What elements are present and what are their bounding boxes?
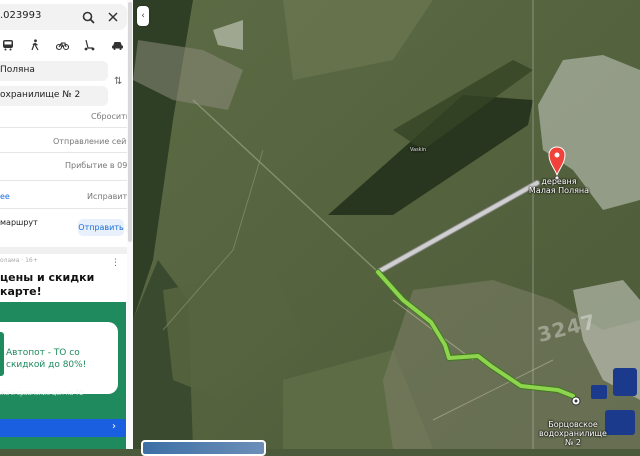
ad-title-line: карте!: [0, 285, 42, 298]
destination-pin[interactable]: [571, 396, 581, 406]
search-input[interactable]: .023993: [0, 10, 41, 21]
collapse-panel-button[interactable]: ‹: [137, 6, 149, 26]
chevron-right-icon: ›: [112, 421, 116, 432]
more-icon[interactable]: ⋮: [111, 258, 120, 268]
ad-action-bar[interactable]: ›: [0, 419, 126, 437]
map-view[interactable]: деревня Малая Поляна Борцовское водохран…: [133, 0, 640, 449]
transport-modes: [0, 38, 133, 54]
area-label: Vaskin: [410, 147, 427, 153]
separator-band: [0, 247, 133, 254]
swap-icon[interactable]: ⇅: [114, 76, 122, 87]
route-to-field[interactable]: охранилище № 2: [0, 86, 108, 106]
transit-icon[interactable]: [1, 38, 15, 52]
route-from-value: Поляна: [0, 65, 35, 75]
ad-title-line: цены и скидки: [0, 271, 95, 284]
divider: [0, 152, 133, 153]
more-options-link[interactable]: ее: [0, 192, 10, 201]
send-button[interactable]: Отправить: [78, 219, 124, 236]
search-box[interactable]: .023993: [0, 4, 127, 30]
origin-label: деревня Малая Поляна: [528, 177, 590, 195]
scrollbar-thumb[interactable]: [128, 2, 132, 242]
edit-link[interactable]: Исправить: [87, 192, 132, 201]
ad-header: олама · 16+ ⋮ цены и скидки карте!: [0, 254, 126, 302]
ad-caption: жа и сравнение цен на ТО: [0, 390, 84, 397]
divider: [0, 208, 133, 209]
ad-card-text: Автопот - ТО со скидкой до 80%!: [6, 348, 87, 370]
divider: [0, 180, 133, 181]
advertisement-banner[interactable]: олама · 16+ ⋮ цены и скидки карте! Автоп…: [0, 254, 126, 449]
departure-time[interactable]: Отправление сейчас: [53, 137, 133, 146]
arrival-time[interactable]: Прибытие в 09:35: [65, 161, 133, 170]
share-route-label: маршрут: [0, 218, 38, 227]
search-icon[interactable]: [80, 9, 96, 25]
reset-button[interactable]: Сбросить: [91, 112, 130, 121]
route-panel: .023993 Поляна охранилище № 2 ⇅ Сбросить: [0, 0, 133, 449]
bicycle-icon[interactable]: [55, 38, 69, 52]
taxi-icon[interactable]: [110, 38, 124, 52]
ad-tag: олама · 16+: [0, 257, 38, 264]
close-icon[interactable]: [105, 9, 121, 25]
ad-title: цены и скидки карте!: [0, 271, 94, 299]
pedestrian-icon[interactable]: [28, 38, 42, 52]
divider: [0, 127, 133, 128]
route-to-value: охранилище № 2: [0, 90, 81, 100]
ad-card[interactable]: Автопот - ТО со скидкой до 80%!: [0, 322, 118, 394]
satellite-map[interactable]: [133, 0, 640, 449]
route-from-field[interactable]: Поляна: [0, 61, 108, 81]
destination-label: Борцовское водохранилище № 2: [539, 420, 607, 447]
layer-thumbnail[interactable]: [141, 440, 266, 456]
scooter-icon[interactable]: [82, 38, 96, 52]
ad-card-accent: [0, 332, 4, 376]
